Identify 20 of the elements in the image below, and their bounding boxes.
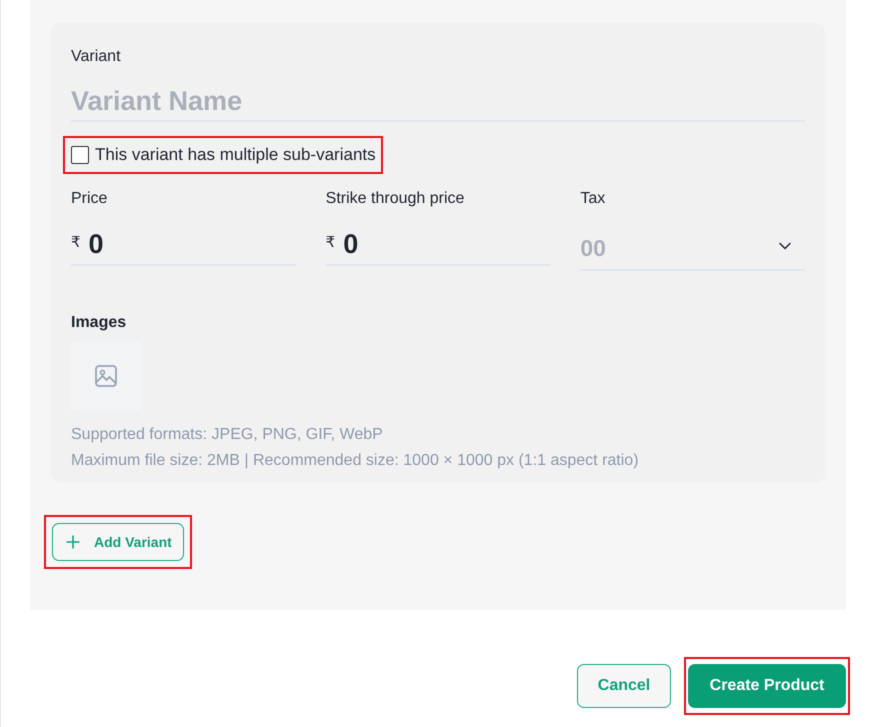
images-label: Images [71, 313, 126, 333]
plus-icon [66, 535, 80, 549]
image-icon [95, 365, 117, 387]
price-field[interactable]: ₹ 0 [326, 224, 550, 266]
checkbox[interactable] [71, 146, 89, 164]
field-label: Strike through price [326, 189, 464, 209]
image-upload-tile[interactable] [71, 341, 141, 411]
field-label: Price [71, 189, 108, 209]
cancel-button[interactable]: Cancel [577, 664, 671, 708]
variant-name-field[interactable]: Variant Name [71, 82, 805, 122]
variant-label: Variant [71, 47, 121, 67]
tax-select[interactable]: 00 [580, 224, 806, 271]
checkbox-label[interactable]: This variant has multiple sub-variants [95, 144, 376, 166]
add-variant-button[interactable]: Add Variant [52, 523, 184, 561]
help-text: Supported formats: JPEG, PNG, GIF, WebP [71, 425, 384, 445]
help-text: Maximum file size: 2MB | Recommended size: 1000 × 1000 px (1:1 aspect ratio) [71, 451, 639, 471]
chevron-down-icon [779, 242, 792, 250]
field-label: Tax [580, 189, 606, 209]
price-field[interactable]: ₹ 0 [71, 224, 296, 266]
create-button[interactable]: Create Product [688, 664, 846, 708]
